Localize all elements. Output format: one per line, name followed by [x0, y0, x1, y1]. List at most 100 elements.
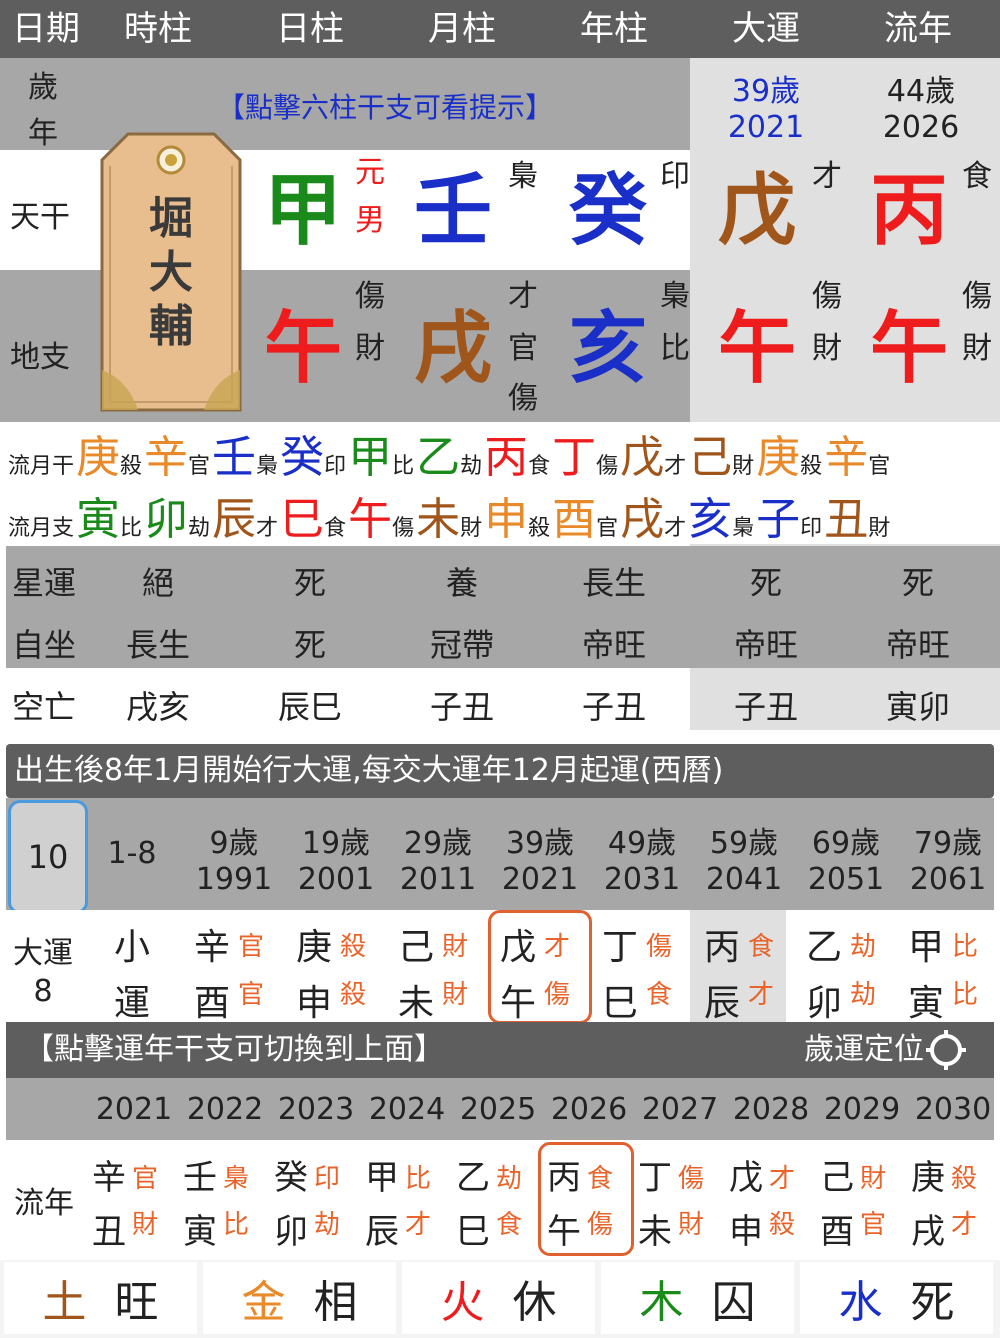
- liunian-pillar-stem-9[interactable]: 庚: [911, 1150, 945, 1199]
- xingyun-value-4: 死: [749, 564, 782, 602]
- liunian-pillar-branch-3[interactable]: 辰: [365, 1204, 399, 1253]
- liuyue_zhi-ten-god-2: 才: [256, 516, 279, 541]
- dayun-label-num: 8: [33, 974, 53, 1009]
- liuyue_zhi-stem-5[interactable]: 未: [416, 498, 460, 542]
- liunian-year-3: 2024: [368, 1092, 446, 1127]
- dayun-pillar-branch-ten-1: 殺: [340, 980, 367, 1010]
- liunian-pillar-stem-3[interactable]: 甲: [365, 1150, 399, 1199]
- liuyue_zhi-stem-0[interactable]: 寅: [76, 498, 120, 542]
- liuyue_gan-ten-god-11: 官: [868, 454, 891, 479]
- liuyue_zhi-stem-2[interactable]: 辰: [212, 498, 256, 542]
- name-tag[interactable]: 堀 大 輔: [98, 130, 244, 414]
- dayun-pillar-stem-3[interactable]: 戊: [500, 918, 536, 970]
- liuyue_gan-stem-1[interactable]: 辛: [144, 436, 188, 480]
- year-branch[interactable]: 亥: [563, 310, 653, 388]
- liunian-pillar-branch-8[interactable]: 酉: [820, 1204, 854, 1253]
- liuyue_gan-stem-7[interactable]: 丁: [552, 436, 596, 480]
- liuyue_zhi-stem-10[interactable]: 子: [756, 498, 800, 542]
- liuyue_gan-stem-11[interactable]: 辛: [824, 436, 868, 480]
- liuyue_gan-stem-4[interactable]: 甲: [348, 436, 392, 480]
- small-yun-2[interactable]: 運: [92, 974, 172, 1026]
- liuyue_zhi-stem-11[interactable]: 丑: [824, 498, 868, 542]
- liunian-pillar-stem-5[interactable]: 丙: [547, 1150, 581, 1199]
- liuyue_gan-stem-0[interactable]: 庚: [76, 436, 120, 480]
- liunian-pillar-stem-ten-5: 食: [587, 1164, 614, 1194]
- dayun-pillar-stem-ten-6: 劫: [850, 932, 877, 962]
- dayun-pillar-branch-4[interactable]: 巳: [602, 974, 638, 1026]
- kongwang-label: 空亡: [12, 688, 77, 726]
- dayun-pillar-branch-6[interactable]: 卯: [806, 974, 842, 1026]
- day-branch[interactable]: 午: [258, 310, 348, 388]
- dayun-stem[interactable]: 戊: [712, 172, 802, 250]
- liuyue_zhi-stem-4[interactable]: 午: [348, 498, 392, 542]
- liunian-branch[interactable]: 午: [864, 310, 954, 388]
- dayun-pillar-stem-1[interactable]: 庚: [296, 918, 332, 970]
- dayun-pillar-branch-0[interactable]: 酉: [194, 974, 230, 1026]
- dayun-pillar-branch-2[interactable]: 未: [398, 974, 434, 1026]
- locate-icon[interactable]: [926, 1030, 966, 1070]
- liunian-pillar-stem-2[interactable]: 癸: [274, 1150, 308, 1199]
- dayun-pillar-branch-ten-0: 官: [238, 980, 265, 1010]
- liunian-pillar-branch-6[interactable]: 未: [638, 1204, 672, 1253]
- dayun-pillar-branch-7[interactable]: 寅: [908, 974, 944, 1026]
- wuxing-element-1: 金: [241, 1277, 286, 1328]
- dayun-pillar-stem-ten-1: 殺: [340, 932, 367, 962]
- name-char-2: 大: [149, 247, 193, 298]
- liunian-pillar-stem-7[interactable]: 戊: [729, 1150, 763, 1199]
- liuyue_gan-stem-3[interactable]: 癸: [280, 436, 324, 480]
- liuyue_zhi-stem-1[interactable]: 卯: [144, 498, 188, 542]
- small-yun-1[interactable]: 小: [92, 918, 172, 970]
- dayun-pillar-stem-4[interactable]: 丁: [602, 918, 638, 970]
- liunian-pillar-branch-1[interactable]: 寅: [183, 1204, 217, 1253]
- liunian-pillar-stem-0[interactable]: 辛: [92, 1150, 126, 1199]
- liuyue_zhi-stem-7[interactable]: 酉: [552, 498, 596, 542]
- liunian-pillar-stem-4[interactable]: 乙: [456, 1150, 490, 1199]
- liuyue_zhi-stem-3[interactable]: 巳: [280, 498, 324, 542]
- liuyue_gan-stem-10[interactable]: 庚: [756, 436, 800, 480]
- liuyue_zhi-stem-6[interactable]: 申: [484, 498, 528, 542]
- liunian-pillar-branch-2[interactable]: 卯: [274, 1204, 308, 1253]
- liuyue_gan-stem-9[interactable]: 己: [688, 436, 732, 480]
- dayun-pillar-branch-ten-7: 比: [952, 980, 979, 1010]
- dayun-pillar-stem-5[interactable]: 丙: [704, 918, 740, 970]
- liunian-pillar-stem-6[interactable]: 丁: [638, 1150, 672, 1199]
- liunian-pillar-branch-9[interactable]: 戌: [911, 1204, 945, 1253]
- liuyue-zhi-row: 流月支 寅比卯劫辰才巳食午傷未財申殺酉官戌才亥梟子印丑財: [8, 484, 998, 542]
- dayun-pillar-stem-2[interactable]: 己: [398, 918, 434, 970]
- pillar-hint[interactable]: 【點擊六柱干支可看提示】: [170, 86, 600, 126]
- dayun-pillar-stem-0[interactable]: 辛: [194, 918, 230, 970]
- liuyue_gan-stem-2[interactable]: 壬: [212, 436, 256, 480]
- month-stem[interactable]: 壬: [408, 172, 498, 250]
- dayun-pillar-stem-7[interactable]: 甲: [908, 918, 944, 970]
- day-stem[interactable]: 甲: [258, 172, 348, 250]
- liunian-pillar-branch-4[interactable]: 巳: [456, 1204, 490, 1253]
- liunian-pillar-stem-1[interactable]: 壬: [183, 1150, 217, 1199]
- year-hidden-1: 梟: [660, 279, 690, 314]
- liunian-pillar-stem-8[interactable]: 己: [820, 1150, 854, 1199]
- liunian-year-1: 2022: [186, 1092, 264, 1127]
- dayun-start-selector[interactable]: 10: [8, 800, 88, 914]
- liuyue_zhi-stem-9[interactable]: 亥: [688, 498, 732, 542]
- liunian-pillar-branch-0[interactable]: 丑: [92, 1204, 126, 1253]
- liunian-pillar-branch-7[interactable]: 申: [729, 1204, 763, 1253]
- year-stem[interactable]: 癸: [563, 172, 653, 250]
- dayun-pillar-stem-6[interactable]: 乙: [806, 918, 842, 970]
- header-date: 日期: [12, 9, 80, 49]
- dayun-pillar-branch-ten-2: 財: [442, 980, 469, 1010]
- liuyue_zhi-stem-8[interactable]: 戌: [620, 498, 664, 542]
- header-year: 年柱: [580, 9, 648, 49]
- month-branch[interactable]: 戌: [408, 310, 498, 388]
- liunian-pillar-branch-5[interactable]: 午: [547, 1204, 581, 1253]
- liuyue_gan-stem-5[interactable]: 乙: [416, 436, 460, 480]
- locate-label[interactable]: 歲運定位: [804, 1022, 924, 1078]
- dayun-pillar-branch-3[interactable]: 午: [500, 974, 536, 1026]
- dayun-pillar-branch-1[interactable]: 申: [296, 974, 332, 1026]
- dayun-pillar-branch-5[interactable]: 辰: [704, 974, 740, 1026]
- dayun-branch[interactable]: 午: [712, 310, 802, 388]
- liuyue_gan-stem-8[interactable]: 戊: [620, 436, 664, 480]
- liunian-stem[interactable]: 丙: [864, 172, 954, 250]
- dayun-age-0: 9歲: [209, 826, 259, 861]
- zizuo-value-4: 帝旺: [733, 626, 798, 664]
- liuyue_gan-stem-6[interactable]: 丙: [484, 436, 528, 480]
- zizuo-value-1: 死: [293, 626, 326, 664]
